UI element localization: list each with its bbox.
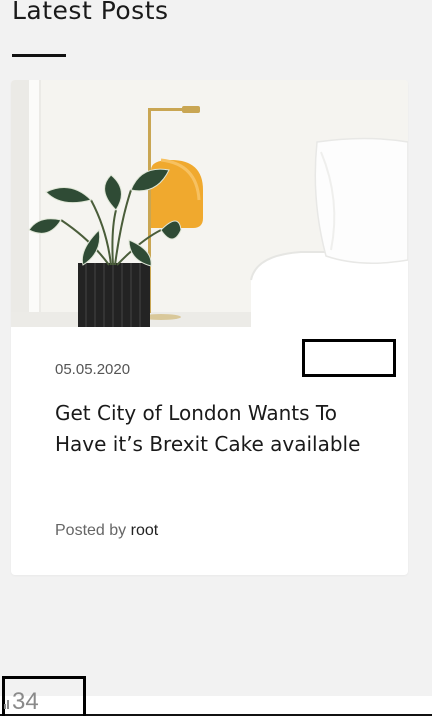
category-tag[interactable] <box>302 339 396 377</box>
counter-value: 34 <box>12 688 39 715</box>
post-image-illustration <box>11 80 408 327</box>
post-image[interactable] <box>11 80 408 327</box>
section-title: Latest Posts <box>12 0 169 25</box>
page: Latest Posts 05.05.2020 Get City of Lond… <box>0 0 432 716</box>
post-card[interactable]: 05.05.2020 Get City of London Wants To H… <box>11 80 408 575</box>
post-meta: Posted by root <box>55 522 158 540</box>
post-title-link[interactable]: Get City of London Wants To Have it’s Br… <box>55 398 375 460</box>
post-author-link[interactable]: root <box>131 522 159 539</box>
posted-by-label: Posted by <box>55 522 127 539</box>
post-date: 05.05.2020 <box>55 361 131 378</box>
bar-chart-icon <box>4 697 10 709</box>
counter-widget[interactable]: 34 <box>4 688 39 716</box>
title-underline <box>12 54 66 57</box>
